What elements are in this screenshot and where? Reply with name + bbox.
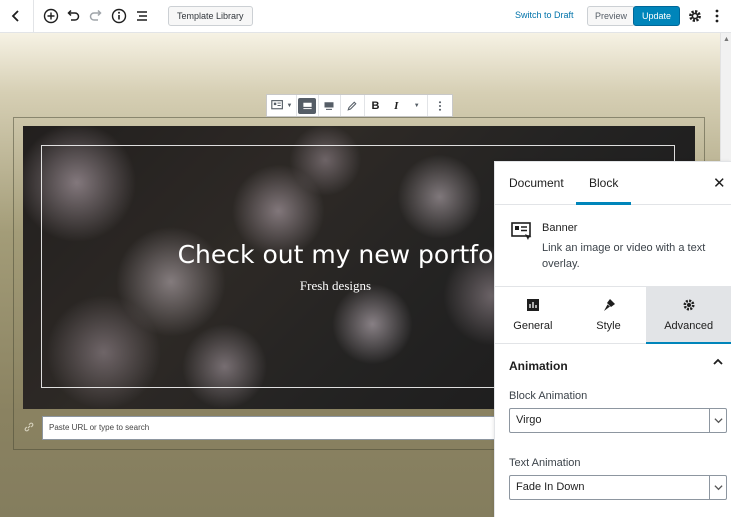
animation-section-header[interactable]: Animation — [495, 344, 731, 384]
tab-general-label: General — [513, 320, 553, 332]
undo-icon[interactable] — [63, 6, 83, 26]
gear-icon — [646, 298, 731, 315]
switch-to-draft-link[interactable]: Switch to Draft — [515, 10, 574, 20]
tab-block[interactable]: Block — [589, 176, 618, 190]
template-library-button[interactable]: Template Library — [168, 6, 253, 26]
more-icon — [439, 100, 442, 111]
tab-advanced-label: Advanced — [664, 320, 714, 332]
scroll-up-arrow-icon[interactable]: ▲ — [723, 36, 730, 43]
italic-button[interactable]: I — [386, 95, 406, 116]
tab-style-label: Style — [596, 320, 621, 332]
info-icon[interactable] — [109, 6, 129, 26]
block-animation-label: Block Animation — [509, 390, 588, 402]
tab-advanced[interactable]: Advanced — [646, 287, 731, 344]
block-animation-select[interactable]: Virgo — [509, 408, 727, 433]
text-animation-label: Text Animation — [509, 457, 581, 469]
panel-tabs: General Style Advanced — [495, 287, 731, 344]
sidebar-tabs: Document Block ✕ — [495, 162, 731, 205]
preview-button[interactable]: Preview — [587, 6, 636, 26]
block-toolbar: ▼ B I ▼ — [266, 94, 453, 117]
chevron-down-icon — [709, 409, 726, 432]
align-full-button[interactable] — [296, 95, 319, 116]
edit-button[interactable] — [341, 95, 365, 116]
bold-button[interactable]: B — [365, 95, 387, 116]
block-card-description: Link an image or video with a text overl… — [542, 242, 706, 270]
block-card: Banner Link an image or video with a tex… — [495, 205, 731, 287]
settings-sidebar: Document Block ✕ Banner Link an image or… — [494, 161, 731, 517]
section-title: Animation — [509, 359, 568, 373]
editor-header: Template Library Switch to Draft Preview… — [0, 0, 731, 33]
banner-block-icon — [511, 221, 533, 244]
brush-icon — [571, 298, 647, 315]
back-icon[interactable] — [6, 6, 26, 26]
link-icon — [23, 421, 35, 436]
close-icon[interactable]: ✕ — [713, 174, 726, 192]
block-more-options-button[interactable] — [428, 95, 452, 116]
outline-icon[interactable] — [132, 6, 152, 26]
url-search-input[interactable]: Paste URL or type to search — [42, 416, 502, 440]
pencil-icon — [347, 101, 357, 111]
chevron-up-icon[interactable] — [712, 356, 724, 371]
tab-style[interactable]: Style — [571, 287, 647, 343]
block-card-name: Banner — [542, 222, 578, 234]
add-block-icon[interactable] — [41, 6, 61, 26]
block-type-switcher[interactable]: ▼ — [267, 95, 297, 116]
chevron-down-icon: ▼ — [286, 102, 293, 109]
header-divider — [33, 0, 34, 33]
tab-general[interactable]: General — [495, 287, 571, 343]
text-animation-value: Fade In Down — [516, 481, 585, 493]
align-full-icon — [298, 97, 317, 114]
align-wide-icon — [324, 101, 334, 110]
bold-icon: B — [371, 99, 380, 112]
text-animation-select[interactable]: Fade In Down — [509, 475, 727, 500]
italic-icon: I — [394, 99, 399, 112]
update-button[interactable]: Update — [633, 6, 681, 26]
more-icon[interactable] — [707, 6, 727, 26]
chevron-down-icon — [709, 476, 726, 499]
general-icon — [495, 298, 571, 315]
redo-icon[interactable] — [86, 6, 106, 26]
more-formats-button[interactable]: ▼ — [406, 95, 429, 116]
gear-icon[interactable] — [685, 6, 705, 26]
tab-document[interactable]: Document — [509, 176, 564, 190]
align-wide-button[interactable] — [319, 95, 341, 116]
chevron-down-icon: ▼ — [413, 102, 420, 109]
block-animation-value: Virgo — [516, 414, 542, 426]
banner-block-icon — [271, 100, 284, 110]
